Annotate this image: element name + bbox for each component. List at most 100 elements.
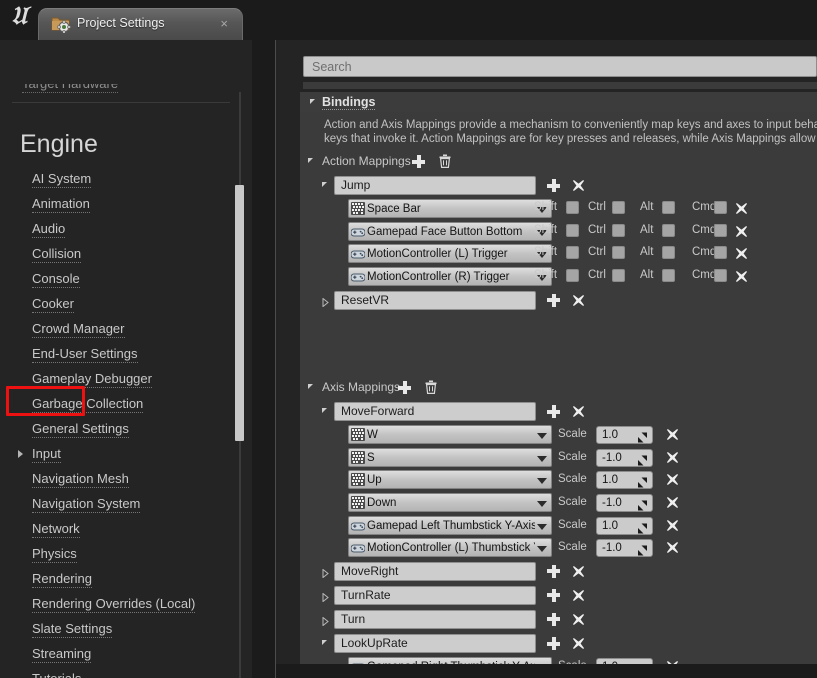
scale-value-input[interactable]: 1.0 [596,516,653,535]
remove-axis-binding-icon[interactable] [666,473,679,486]
remove-mapping-icon[interactable] [572,405,585,418]
remove-key-binding-icon[interactable] [735,202,748,215]
scale-value-input[interactable]: -1.0 [596,539,653,558]
add-key-binding-icon[interactable] [547,405,560,418]
add-key-binding-icon[interactable] [547,612,560,626]
modifier-checkbox-cmd[interactable] [714,268,727,282]
remove-axis-binding-icon[interactable] [666,428,679,441]
sidebar-item-collision[interactable]: Collision [0,241,252,266]
chevron-right-icon[interactable] [322,613,329,627]
sidebar-item-navigation-system[interactable]: Navigation System [0,491,252,516]
remove-axis-binding-icon[interactable] [666,451,679,464]
sidebar-item-gameplay-debugger[interactable]: Gameplay Debugger [0,366,252,391]
chevron-down-icon[interactable] [322,408,327,413]
modifier-checkbox-alt[interactable] [662,201,675,215]
key-selector-dropdown[interactable]: W [348,425,552,445]
sidebar-scrollbar-thumb[interactable] [235,185,244,441]
sidebar-item-rendering-overrides-local[interactable]: Rendering Overrides (Local) [0,591,252,616]
modifier-checkbox-shift[interactable] [566,268,579,282]
modifier-checkbox-ctrl[interactable] [612,201,625,215]
mapping-name-input[interactable]: Jump [334,176,536,195]
sidebar-item-console[interactable]: Console [0,266,252,291]
add-key-binding-icon[interactable] [547,637,560,650]
tab-project-settings[interactable]: Project Settings × [38,8,243,40]
chevron-right-icon[interactable] [322,294,329,308]
modifier-checkbox-ctrl[interactable] [612,268,625,282]
sidebar-item-ai-system[interactable]: AI System [0,166,252,191]
sidebar-item-navigation-mesh[interactable]: Navigation Mesh [0,466,252,491]
mapping-name-input[interactable]: TurnRate [334,585,536,605]
key-selector-dropdown[interactable]: Up [348,470,552,490]
bindings-section-header[interactable]: Bindings [300,92,817,112]
axis-mappings-header[interactable]: Axis Mappings [308,378,488,398]
modifier-checkbox-shift[interactable] [566,246,579,260]
add-key-binding-icon[interactable] [547,588,560,602]
spinner-drag-icon[interactable] [637,521,648,533]
modifier-checkbox-alt[interactable] [662,268,675,282]
add-axis-mapping-icon[interactable] [398,381,411,394]
sidebar-clipped-item[interactable]: Target Hardware [22,84,228,100]
sidebar-item-input[interactable]: Input [0,441,252,466]
remove-mapping-icon[interactable] [572,613,585,626]
remove-mapping-icon[interactable] [572,294,585,307]
sidebar-item-animation[interactable]: Animation [0,191,252,216]
key-selector-dropdown[interactable]: MotionController (R) Trigger [348,266,552,286]
scale-value-input[interactable]: 1.0 [596,426,653,445]
mapping-name-input[interactable]: Turn [334,609,536,629]
chevron-down-icon[interactable] [322,640,327,645]
key-selector-dropdown[interactable]: Gamepad Face Button Bottom [348,221,552,241]
key-selector-dropdown[interactable]: Space Bar [348,199,552,219]
modifier-checkbox-cmd[interactable] [714,223,727,237]
key-selector-dropdown[interactable]: Down [348,492,552,512]
spinner-drag-icon[interactable] [637,498,648,511]
sidebar-item-slate-settings[interactable]: Slate Settings [0,616,252,641]
spinner-drag-icon[interactable] [637,475,648,488]
modifier-checkbox-cmd[interactable] [714,201,727,215]
remove-mapping-icon[interactable] [572,565,585,578]
spinner-drag-icon[interactable] [637,453,648,466]
modifier-checkbox-alt[interactable] [662,246,675,260]
key-selector-dropdown[interactable]: MotionController (L) Trigger [348,244,552,264]
sidebar-item-garbage-collection[interactable]: Garbage Collection [0,391,252,416]
remove-axis-binding-icon[interactable] [666,519,679,532]
mapping-name-input[interactable]: MoveRight [334,561,536,581]
remove-mapping-icon[interactable] [572,637,585,650]
clear-axis-mappings-icon[interactable] [425,380,437,394]
sidebar-item-general-settings[interactable]: General Settings [0,416,252,441]
mapping-name-input[interactable]: MoveForward [334,402,536,421]
mapping-name-input[interactable]: LookUpRate [334,634,536,653]
remove-key-binding-icon[interactable] [735,247,748,260]
sidebar-item-cooker[interactable]: Cooker [0,291,252,316]
search-input[interactable]: Search [303,56,817,77]
spinner-drag-icon[interactable] [637,430,648,443]
chevron-right-icon[interactable] [322,565,329,579]
modifier-checkbox-ctrl[interactable] [612,223,625,237]
modifier-checkbox-ctrl[interactable] [612,246,625,260]
action-mappings-header[interactable]: Action Mappings [308,152,488,172]
remove-key-binding-icon[interactable] [735,270,748,283]
key-selector-dropdown[interactable]: MotionController (L) Thumbstick Y [348,538,552,558]
add-key-binding-icon[interactable] [547,293,560,307]
sidebar-item-streaming[interactable]: Streaming [0,641,252,666]
sidebar-item-crowd-manager[interactable]: Crowd Manager [0,316,252,341]
add-action-mapping-icon[interactable] [412,155,425,168]
scale-value-input[interactable]: -1.0 [596,493,653,512]
scale-value-input[interactable]: 1.0 [596,471,653,490]
close-icon[interactable]: × [220,16,228,32]
sidebar-item-end-user-settings[interactable]: End-User Settings [0,341,252,366]
remove-axis-binding-icon[interactable] [666,496,679,509]
mapping-name-input[interactable]: ResetVR [334,290,536,310]
add-key-binding-icon[interactable] [547,564,560,578]
add-key-binding-icon[interactable] [547,179,560,192]
clear-action-mappings-icon[interactable] [439,154,451,168]
modifier-checkbox-alt[interactable] [662,223,675,237]
sidebar-item-audio[interactable]: Audio [0,216,252,241]
scale-value-input[interactable]: -1.0 [596,448,653,467]
sidebar-item-rendering[interactable]: Rendering [0,566,252,591]
modifier-checkbox-shift[interactable] [566,201,579,215]
chevron-down-icon[interactable] [322,182,327,187]
remove-mapping-icon[interactable] [572,179,585,192]
sidebar-item-network[interactable]: Network [0,516,252,541]
remove-key-binding-icon[interactable] [735,225,748,238]
spinner-drag-icon[interactable] [637,543,648,556]
